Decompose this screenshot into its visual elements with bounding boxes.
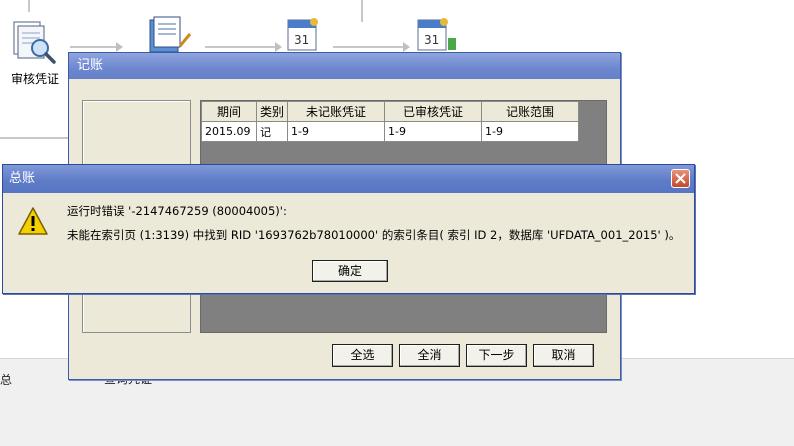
ok-button[interactable]: 确定 — [312, 260, 388, 282]
warning-icon — [17, 206, 49, 239]
error-message-line-1: 运行时错误 '-2147467259 (80004005)': — [67, 204, 287, 218]
svg-text:31: 31 — [424, 33, 439, 47]
flow-connector-mid — [0, 137, 70, 139]
svg-text:31: 31 — [294, 33, 309, 47]
close-icon[interactable] — [671, 169, 690, 188]
table-header-row: 期间 类别 未记账凭证 已审核凭证 记账范围 — [201, 101, 579, 122]
flow-connector-b — [205, 46, 275, 48]
column-header[interactable]: 记账范围 — [481, 101, 579, 122]
document-pen-icon[interactable] — [146, 14, 192, 57]
posting-window-title[interactable]: 记账 — [69, 53, 620, 79]
error-dialog: 总账 运行时错误 '-2147467259 (80004005)': 未能在索引… — [2, 164, 695, 294]
select-all-button[interactable]: 全选 — [332, 344, 393, 367]
posting-table[interactable]: 期间 类别 未记账凭证 已审核凭证 记账范围 2015.09 记 1-9 1-9 1-9 — [201, 101, 579, 142]
table-cell[interactable]: 1-9 — [384, 121, 482, 142]
flow-connector-top — [28, 0, 30, 12]
error-dialog-title-text: 总账 — [9, 171, 36, 186]
next-step-button[interactable]: 下一步 — [466, 344, 527, 367]
error-dialog-title[interactable]: 总账 — [3, 165, 694, 193]
table-cell[interactable]: 1-9 — [481, 121, 579, 142]
flow-connector-a — [70, 46, 116, 48]
column-header[interactable]: 类别 — [256, 101, 288, 122]
calendar-icon[interactable]: 31 — [284, 14, 324, 57]
voucher-magnifier-icon[interactable] — [10, 18, 60, 69]
flow-arrow-b — [275, 42, 282, 52]
column-header[interactable]: 已审核凭证 — [384, 101, 482, 122]
table-cell[interactable]: 1-9 — [287, 121, 385, 142]
flow-arrow-a — [116, 42, 123, 52]
table-cell[interactable]: 记 — [256, 121, 288, 142]
flow-connector-right — [361, 0, 363, 22]
column-header[interactable]: 未记账凭证 — [287, 101, 385, 122]
table-cell[interactable]: 2015.09 — [201, 121, 257, 142]
flow-arrow-c — [403, 42, 410, 52]
calendar-icon[interactable]: 31 — [414, 14, 460, 57]
flow-connector-c — [333, 46, 403, 48]
clear-all-button[interactable]: 全消 — [399, 344, 460, 367]
error-message-line-2: 未能在索引页 (1:3139) 中找到 RID '1693762b7801000… — [67, 228, 681, 242]
column-header[interactable]: 期间 — [201, 101, 257, 122]
background-partial-label: 总 — [0, 373, 13, 387]
audit-voucher-label[interactable]: 审核凭证 — [11, 70, 59, 87]
cancel-button[interactable]: 取消 — [533, 344, 594, 367]
table-row[interactable]: 2015.09 记 1-9 1-9 1-9 — [201, 121, 579, 142]
